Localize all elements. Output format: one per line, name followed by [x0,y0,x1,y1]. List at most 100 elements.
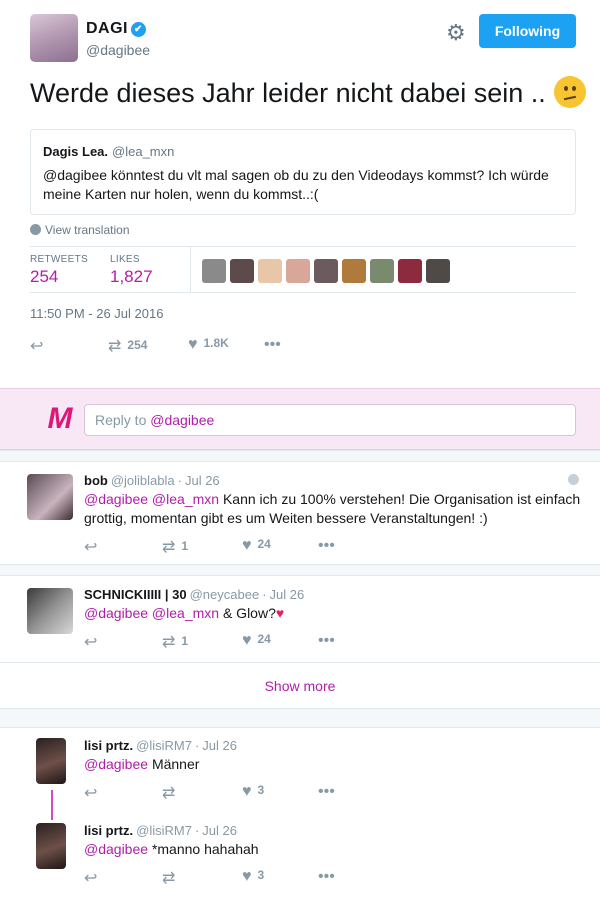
liker-avatar[interactable] [314,259,338,283]
more-icon: ••• [318,783,335,800]
liker-avatar[interactable] [342,259,366,283]
retweet-icon: ⇄ [108,338,122,355]
more-button[interactable]: ••• [264,336,287,354]
more-button[interactable]: ••• [318,632,341,650]
reply-body: & Glow? [222,605,276,621]
liker-avatar[interactable] [426,259,450,283]
avatar[interactable] [27,588,73,634]
retweet-button[interactable]: ⇄ 1 [162,632,188,652]
section-separator [0,708,600,728]
tweet-text-content: Werde dieses Jahr leider nicht dabei sei… [30,78,546,108]
reply-button[interactable]: ↩ [84,868,103,888]
reply-button[interactable]: ↩ [84,537,103,557]
likes-stat[interactable]: LIKES 1,827 [110,254,153,287]
reply-placeholder-prefix: Reply to [95,412,151,428]
reply-date[interactable]: Jul 26 [270,587,305,602]
reply-body: Männer [151,756,200,772]
reply-author-name[interactable]: SCHNICKIIIII | 30 [84,587,187,602]
reply-text: @dagibee @lea_mxn & Glow?♥ [84,604,584,623]
retweet-button[interactable]: ⇄ 1 [162,537,188,557]
author-avatar[interactable] [30,14,78,62]
heart-icon: ♥ [188,336,198,353]
reply-author-name[interactable]: bob [84,473,108,488]
reply-author-handle[interactable]: @neycabee [190,587,260,602]
retweets-value[interactable]: 254 [30,267,88,287]
quoted-author: Dagis Lea. @lea_mxn [43,144,174,159]
reply-author-name[interactable]: lisi prtz. [84,738,133,753]
like-button[interactable]: ♥ 24 [242,632,271,650]
like-count: 3 [257,868,265,882]
thread-tweet[interactable]: lisi prtz. @lisiRM7 · Jul 26 @dagibee *mann… [0,813,600,898]
retweet-button[interactable]: ⇄ 254 [108,336,147,356]
reply-actions: ↩ ⇄ ♥ 3 ••• [84,783,344,803]
more-icon: ••• [318,868,335,885]
reply-date[interactable]: Jul 26 [202,823,237,838]
likes-value[interactable]: 1,827 [110,267,153,287]
avatar[interactable] [36,823,66,869]
reply-input[interactable]: Reply to @dagibee [84,404,576,436]
liker-avatar[interactable] [230,259,254,283]
tweet-header: DAGI ✔ @dagibee ⚙ Following [30,14,576,64]
reply-button[interactable]: ↩ [30,336,49,356]
liker-avatar[interactable] [370,259,394,283]
more-button[interactable]: ••• [318,537,341,555]
author-handle[interactable]: @dagibee [86,42,150,58]
tweet-text: Werde dieses Jahr leider nicht dabei sei… [30,76,586,109]
more-icon: ••• [318,537,335,554]
globe-icon [568,474,579,485]
more-button[interactable]: ••• [318,868,341,886]
more-button[interactable]: ••• [318,783,341,801]
tweet-timestamp[interactable]: 11:50 PM - 26 Jul 2016 [30,306,163,321]
verified-badge-icon: ✔ [131,22,146,37]
reply-author-name[interactable]: lisi prtz. [84,823,133,838]
dot-separator: · [194,823,200,838]
avatar[interactable] [27,474,73,520]
retweet-button[interactable]: ⇄ [162,783,181,803]
reply-author-handle[interactable]: @lisiRM7 [136,823,192,838]
thread-tweet[interactable]: lisi prtz. @lisiRM7 · Jul 26 @dagibee Männe… [0,728,600,813]
heart-emoji-icon: ♥ [275,605,285,621]
stats-divider [190,247,191,293]
reply-placeholder-mention: @dagibee [150,412,215,428]
show-more-link[interactable]: Show more [0,662,600,708]
retweet-button[interactable]: ⇄ [162,868,181,888]
avatar[interactable] [36,738,66,784]
like-count: 24 [257,632,271,646]
author-name[interactable]: DAGI ✔ [86,20,146,38]
reply-tweet[interactable]: SCHNICKIIIII | 30 @neycabee · Jul 26 @dagib… [0,576,600,662]
view-translation-label[interactable]: View translation [45,223,130,237]
like-button[interactable]: ♥ 24 [242,537,271,555]
retweets-stat[interactable]: RETWEETS 254 [30,254,88,287]
reply-mentions[interactable]: @dagibee @lea_mxn [84,491,219,507]
author-name-text[interactable]: DAGI [86,20,128,37]
quoted-tweet[interactable]: Dagis Lea. @lea_mxn @dagibee könntest du … [30,129,576,215]
view-translation-link[interactable]: View translation [30,223,130,237]
retweet-count: 1 [181,634,189,648]
reply-date[interactable]: Jul 26 [202,738,237,753]
following-button[interactable]: Following [479,14,576,48]
reply-button[interactable]: ↩ [84,783,103,803]
like-button[interactable]: ♥ 1.8K [188,336,229,354]
liker-avatar[interactable] [258,259,282,283]
gear-icon[interactable]: ⚙ [446,22,468,44]
liker-avatar[interactable] [398,259,422,283]
reply-mentions[interactable]: @dagibee @lea_mxn [84,605,219,621]
liker-avatar[interactable] [202,259,226,283]
reply-tweet[interactable]: bob @joliblabla · Jul 26 @dagibee @lea_mxn … [0,462,600,574]
reply-author-handle[interactable]: @joliblabla [111,473,175,488]
reply-icon: ↩ [84,539,98,556]
reply-author-handle[interactable]: @lisiRM7 [136,738,192,753]
reply-icon: ↩ [84,785,98,802]
heart-icon: ♥ [242,537,252,554]
reply-date[interactable]: Jul 26 [185,473,220,488]
reply-mentions[interactable]: @dagibee [84,756,148,772]
reply-mentions[interactable]: @dagibee [84,841,148,857]
reply-header: lisi prtz. @lisiRM7 · Jul 26 [84,738,237,753]
reply-header: lisi prtz. @lisiRM7 · Jul 26 [84,823,237,838]
reply-button[interactable]: ↩ [84,632,103,652]
like-button[interactable]: ♥ 3 [242,783,264,801]
retweets-label: RETWEETS [30,254,88,265]
more-icon: ••• [264,336,281,353]
like-button[interactable]: ♥ 3 [242,868,264,886]
liker-avatar[interactable] [286,259,310,283]
